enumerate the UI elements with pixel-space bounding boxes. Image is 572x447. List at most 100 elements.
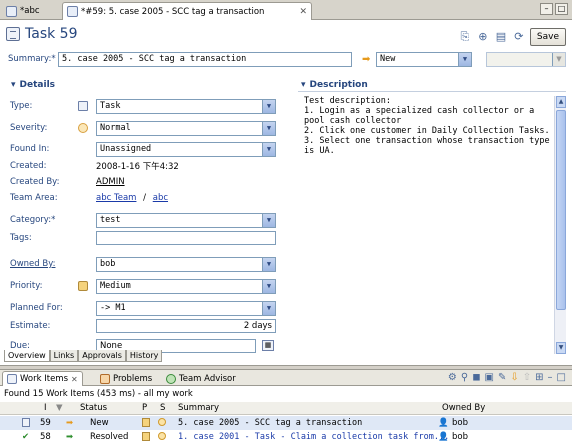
editor-toolbar: ⎘ ⊕ ▤ ⟳ Save xyxy=(458,28,566,46)
category-select[interactable]: test ▼ xyxy=(96,212,276,228)
resolution-select[interactable]: ▼ xyxy=(486,52,566,67)
owned-by-label[interactable]: Owned By: xyxy=(10,259,55,269)
resolved-check-icon: ✔ xyxy=(22,432,30,442)
table-row[interactable]: ✔ 58 ➡ Resolved 1. case 2001 - Task - Cl… xyxy=(0,430,572,444)
filter-icon[interactable]: ⚲ xyxy=(461,372,468,383)
priority-icon xyxy=(142,432,150,444)
row-id: 59 xyxy=(40,418,51,428)
tab-work-items[interactable]: Work Items ✕ xyxy=(2,371,83,386)
task-icon xyxy=(22,418,30,430)
editor-page-tabs: Overview Links Approvals History xyxy=(4,350,163,362)
tab-abc[interactable]: *abc xyxy=(2,2,58,20)
created-by-link[interactable]: ADMIN xyxy=(96,177,125,187)
user-icon: 👤 xyxy=(438,418,449,428)
category-row: Category:* test ▼ xyxy=(10,212,282,228)
work-items-icon xyxy=(7,374,17,384)
tags-input[interactable] xyxy=(96,231,276,245)
team-area-row: Team Area: abc Team / abc xyxy=(10,190,282,206)
copy-link-icon[interactable]: ⎘ xyxy=(458,30,472,44)
row-owner: bob xyxy=(452,432,468,442)
up-arrow-icon[interactable]: ⇧ xyxy=(523,372,531,383)
tab-links[interactable]: Links xyxy=(49,350,79,362)
column-severity[interactable]: S xyxy=(160,403,165,413)
tab-approvals[interactable]: Approvals xyxy=(78,350,126,362)
refresh-icon[interactable]: ⟳ xyxy=(512,30,526,44)
tab-label: Team Advisor xyxy=(179,373,236,384)
tab-overview[interactable]: Overview xyxy=(4,350,50,362)
task-icon xyxy=(6,27,20,41)
description-header[interactable]: ▾ Description xyxy=(298,78,566,92)
page-title: Task 59 xyxy=(6,26,77,42)
severity-select[interactable]: Normal ▼ xyxy=(96,120,276,136)
owned-by-select[interactable]: bob ▼ xyxy=(96,256,276,272)
save-button[interactable]: Save xyxy=(529,28,566,46)
pin-icon[interactable]: ✎ xyxy=(498,372,506,383)
severity-label: Severity: xyxy=(10,123,48,133)
details-header[interactable]: ▾ Details xyxy=(8,78,288,92)
tab-task-59[interactable]: *#59: 5. case 2005 - SCC tag a transacti… xyxy=(62,2,312,20)
type-label: Type: xyxy=(10,101,33,111)
query-icon[interactable]: ⚙ xyxy=(448,372,457,383)
history-icon[interactable]: ▤ xyxy=(494,30,508,44)
team-area-separator: / xyxy=(143,193,147,203)
priority-icon xyxy=(142,418,150,430)
chevron-down-icon: ▼ xyxy=(262,257,275,271)
column-status[interactable]: Status xyxy=(80,403,107,413)
scroll-down-icon[interactable]: ▼ xyxy=(556,342,566,354)
down-arrow-icon[interactable]: ⇩ xyxy=(510,372,518,383)
results-status: Found 15 Work Items (453 ms) - all my wo… xyxy=(4,389,193,399)
maximize-view-icon[interactable]: □ xyxy=(557,372,566,383)
team-area-link[interactable]: abc Team xyxy=(96,193,136,203)
chevron-down-icon: ▼ xyxy=(262,142,275,156)
tab-team-advisor[interactable]: Team Advisor xyxy=(162,371,240,386)
planned-for-value: -> M1 xyxy=(100,302,126,313)
summary-input[interactable]: 5. case 2005 - SCC tag a transaction xyxy=(58,52,352,67)
stop-icon[interactable]: ◼ xyxy=(472,372,480,383)
description-text[interactable]: Test description: 1. Login as a speciali… xyxy=(304,96,554,356)
priority-select[interactable]: Medium ▼ xyxy=(96,278,276,294)
planned-for-label: Planned For: xyxy=(10,303,63,313)
add-child-icon[interactable]: ⊕ xyxy=(476,30,490,44)
tab-problems[interactable]: Problems xyxy=(96,371,156,386)
created-by-label: Created By: xyxy=(10,177,60,187)
description-section: ▾ Description Test description: 1. Login… xyxy=(298,78,566,356)
chevron-down-icon: ▼ xyxy=(262,99,275,113)
state-select[interactable]: New ▼ xyxy=(376,52,472,67)
scrollbar-thumb[interactable] xyxy=(556,110,566,310)
planned-for-select[interactable]: -> M1 ▼ xyxy=(96,300,276,316)
collapse-icon: ▾ xyxy=(11,80,16,90)
close-icon[interactable]: ✕ xyxy=(71,375,78,384)
minimize-button[interactable]: – xyxy=(540,3,553,15)
column-owned-by[interactable]: Owned By xyxy=(442,403,485,413)
task-title: Task 59 xyxy=(25,26,78,42)
calendar-icon[interactable]: ▦ xyxy=(262,340,274,351)
sort-icon: ▼ xyxy=(56,403,63,413)
description-scrollbar[interactable]: ▲ ▼ xyxy=(554,96,566,354)
column-summary[interactable]: Summary xyxy=(178,403,219,413)
tab-history[interactable]: History xyxy=(125,350,163,362)
chevron-down-icon: ▼ xyxy=(262,121,275,135)
work-items-view: Work Items ✕ Problems Team Advisor ⚙ ⚲ ◼… xyxy=(0,369,572,447)
summary-row: Summary:* 5. case 2005 - SCC tag a trans… xyxy=(8,52,566,67)
row-summary: 5. case 2005 - SCC tag a transaction xyxy=(178,418,363,428)
project-area-link[interactable]: abc xyxy=(153,193,168,203)
new-icon[interactable]: ⊞ xyxy=(535,372,543,383)
group-icon[interactable]: ▣ xyxy=(485,372,494,383)
estimate-row: Estimate: 2 days xyxy=(10,318,282,334)
scroll-up-icon[interactable]: ▲ xyxy=(556,96,566,108)
table-row[interactable]: 59 ➡ New 5. case 2005 - SCC tag a transa… xyxy=(0,416,572,430)
tab-label: Work Items xyxy=(20,374,69,384)
maximize-button[interactable]: □ xyxy=(555,3,568,15)
description-title: Description xyxy=(309,79,368,90)
row-owner: bob xyxy=(452,418,468,428)
type-select[interactable]: Task ▼ xyxy=(96,98,276,114)
column-priority[interactable]: P xyxy=(142,403,147,413)
found-in-select[interactable]: Unassigned ▼ xyxy=(96,141,276,157)
close-icon[interactable]: ✕ xyxy=(299,7,307,17)
severity-normal-icon xyxy=(78,123,88,133)
state-value: New xyxy=(380,54,396,64)
priority-medium-icon xyxy=(78,281,88,291)
column-id[interactable]: I xyxy=(44,403,47,413)
minimize-view-icon[interactable]: – xyxy=(548,372,553,383)
estimate-input[interactable]: 2 days xyxy=(96,319,276,333)
